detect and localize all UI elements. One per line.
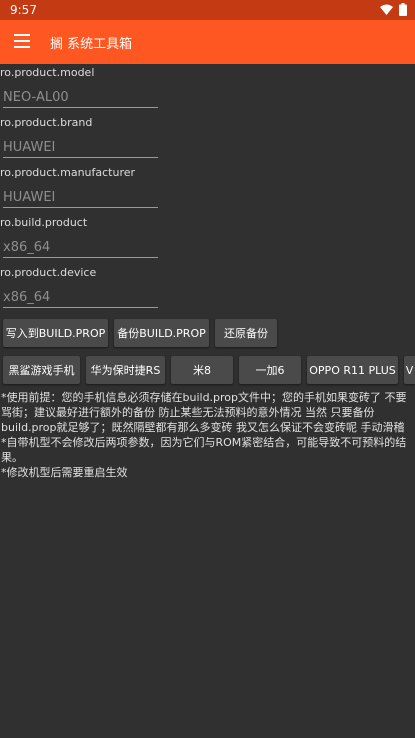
field-label-device: ro.product.device <box>0 266 97 279</box>
field-label-brand: ro.product.brand <box>0 116 93 129</box>
field-label-manufacturer: ro.product.manufacturer <box>0 166 136 179</box>
manufacturer-input[interactable] <box>3 187 158 208</box>
status-time: 9:57 <box>10 3 37 17</box>
preset-oneplus6-button[interactable]: 一加6 <box>239 356 301 384</box>
status-bar: 9:57 <box>0 0 415 20</box>
brand-input[interactable] <box>3 137 158 158</box>
app-bar: 搁 系统工具箱 <box>0 20 415 64</box>
field-label-build-product: ro.build.product <box>0 216 88 229</box>
write-build-prop-button[interactable]: 写入到BUILD.PROP <box>3 319 108 347</box>
status-icons <box>380 3 407 16</box>
model-input[interactable] <box>3 87 158 108</box>
field-label-model: ro.product.model <box>0 66 95 79</box>
backup-build-prop-button[interactable]: 备份BUILD.PROP <box>114 319 209 347</box>
app-title: 搁 系统工具箱 <box>50 37 133 52</box>
note-reboot: *修改机型后需要重启生效 <box>1 466 128 479</box>
wifi-icon <box>380 4 393 15</box>
note-precondition: *使用前提：您的手机信息必须存储在build.prop文件中；您的手机如果变砖了… <box>1 391 407 434</box>
preset-mi8-button[interactable]: 米8 <box>171 356 233 384</box>
note-builtin-models: *自带机型不会修改后两项参数，因为它们与ROM紧密结合，可能导致不可预料的结果。 <box>1 436 407 464</box>
menu-icon[interactable] <box>14 34 30 48</box>
build-product-input[interactable] <box>3 237 158 258</box>
restore-backup-button[interactable]: 还原备份 <box>215 319 277 347</box>
battery-icon <box>399 3 407 16</box>
preset-huawei-porsche-button[interactable]: 华为保时捷RS <box>86 356 165 384</box>
usage-notes: *使用前提：您的手机信息必须存储在build.prop文件中；您的手机如果变砖了… <box>1 390 413 480</box>
device-input[interactable] <box>3 287 158 308</box>
preset-blackshark-button[interactable]: 黑鲨游戏手机 <box>3 356 80 384</box>
preset-oppo-r11-plus-button[interactable]: OPPO R11 PLUS <box>307 356 398 384</box>
preset-more-button[interactable]: V <box>404 356 415 384</box>
